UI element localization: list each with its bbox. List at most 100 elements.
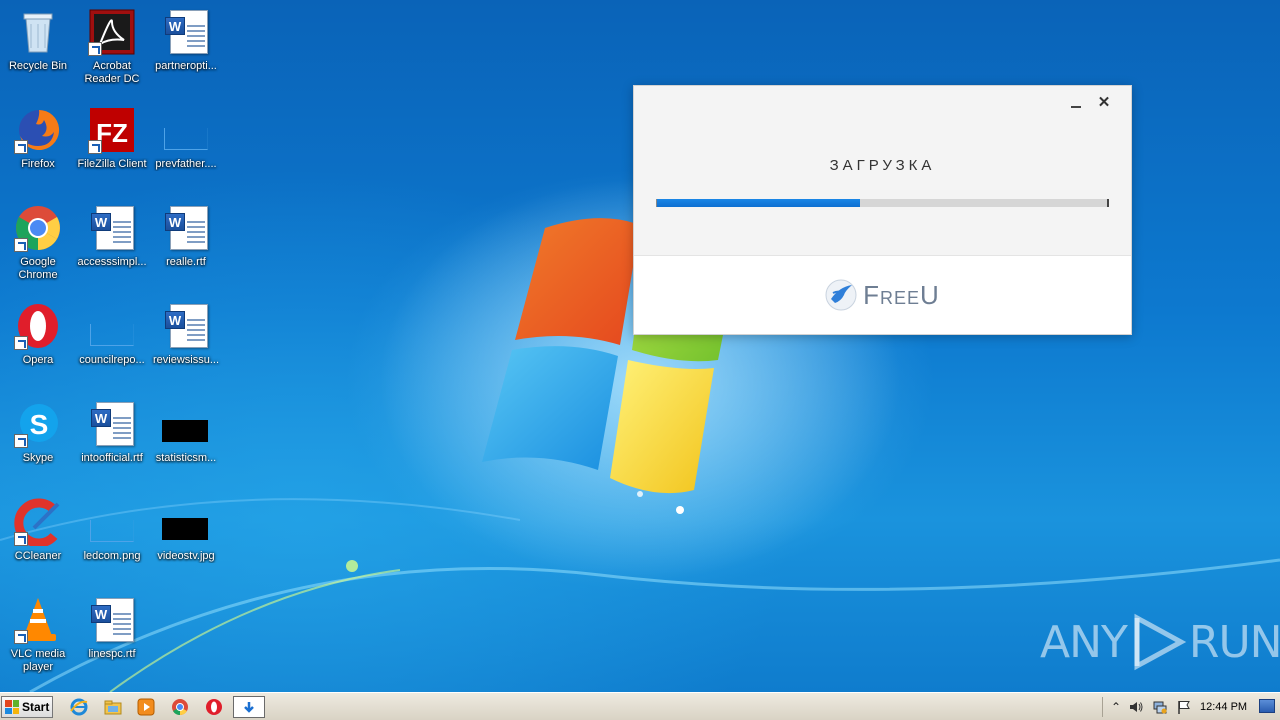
close-button[interactable]: ✕ — [1095, 94, 1113, 112]
shortcut-arrow-icon — [14, 630, 28, 644]
windows-logo-icon — [5, 700, 19, 714]
shortcut-arrow-icon — [14, 140, 28, 154]
word-document-icon: W — [88, 400, 136, 448]
download-progress-bar — [656, 199, 1109, 207]
opera-icon — [14, 302, 62, 350]
network-icon[interactable] — [1152, 699, 1168, 715]
volume-icon[interactable] — [1128, 699, 1144, 715]
start-button[interactable]: Start — [1, 696, 53, 718]
image-thumbnail-icon — [162, 498, 210, 546]
desktop-icon-ccleaner[interactable]: CCleaner — [0, 494, 76, 586]
chrome-icon — [14, 204, 62, 252]
taskbar-active-download-app[interactable] — [233, 696, 265, 718]
anyrun-watermark: ANY RUN — [1040, 612, 1280, 672]
firefox-icon — [14, 106, 62, 154]
desktop-icon-label: videostv.jpg — [157, 550, 215, 562]
download-status-title: ЗАГРУЗКА — [829, 157, 936, 174]
brand-name: FreeU — [863, 279, 940, 310]
download-progress-fill — [657, 199, 860, 207]
desktop-icon-statisticsm[interactable]: statisticsm... — [148, 396, 224, 488]
desktop-icon-label: Opera — [22, 354, 54, 366]
desktop-icon-label: partneropti... — [155, 60, 217, 72]
show-desktop-button[interactable] — [1259, 699, 1275, 713]
image-file-icon — [162, 106, 210, 154]
shortcut-arrow-icon — [88, 42, 102, 56]
desktop-icon-realle[interactable]: W realle.rtf — [148, 200, 224, 292]
desktop-icon-opera[interactable]: Opera — [0, 298, 76, 390]
download-dialog: ✕ ЗАГРУЗКА FreeU — [633, 85, 1132, 335]
explorer-icon[interactable] — [104, 698, 122, 716]
desktop-icon-councilrepo[interactable]: councilrepo... — [74, 298, 150, 390]
word-document-icon: W — [162, 8, 210, 56]
desktop-icon-accesssimpl[interactable]: W accesssimpl... — [74, 200, 150, 292]
image-file-icon — [88, 302, 136, 350]
shortcut-arrow-icon — [14, 532, 28, 546]
freeu-logo-icon — [825, 279, 857, 311]
desktop-icon-label: VLC media player — [10, 648, 66, 673]
flag-icon[interactable] — [1176, 699, 1192, 715]
desktop-icon-label: statisticsm... — [155, 452, 217, 464]
play-icon — [1134, 613, 1187, 671]
watermark-text-right: RUN — [1188, 616, 1280, 668]
close-icon: ✕ — [1097, 94, 1111, 111]
shortcut-arrow-icon — [88, 140, 102, 154]
desktop-icon-reviewsissu[interactable]: W reviewsissu... — [148, 298, 224, 390]
desktop-icon-label: Acrobat Reader DC — [84, 60, 140, 85]
watermark-text-left: ANY — [1040, 616, 1128, 668]
chevron-up-icon[interactable]: ⌃ — [1108, 699, 1124, 715]
desktop-icon-label: Recycle Bin — [8, 60, 68, 72]
word-document-icon: W — [162, 302, 210, 350]
desktop-icon-label: ledcom.png — [83, 550, 141, 562]
desktop-icon-label: linespc.rtf — [88, 648, 136, 660]
image-thumbnail-icon — [162, 400, 210, 448]
desktop-icon-label: CCleaner — [14, 550, 62, 562]
taskbar: Start ⌃ 12:44 PM — [0, 692, 1280, 720]
start-label: Start — [22, 700, 50, 714]
ccleaner-icon — [14, 498, 62, 548]
desktop-icon-skype[interactable]: S Skype — [0, 396, 76, 488]
desktop-icon-label: FileZilla Client — [77, 158, 147, 170]
desktop-icon-firefox[interactable]: Firefox — [0, 102, 76, 194]
shortcut-arrow-icon — [14, 238, 28, 252]
shortcut-arrow-icon — [14, 336, 28, 350]
desktop-icon-videostv[interactable]: videostv.jpg — [148, 494, 224, 586]
svg-text:S: S — [30, 409, 49, 440]
desktop-icon-label: Firefox — [21, 158, 55, 170]
acrobat-reader-icon — [88, 8, 136, 56]
desktop-icon-acrobat[interactable]: Acrobat Reader DC — [74, 4, 150, 96]
download-icon — [244, 702, 254, 713]
desktop-icon-google-chrome[interactable]: Google Chrome — [0, 200, 76, 292]
minimize-button[interactable] — [1067, 94, 1085, 112]
desktop-icon-ledcom[interactable]: ledcom.png — [74, 494, 150, 586]
desktop-icon-label: intoofficial.rtf — [81, 452, 143, 464]
image-file-icon — [88, 498, 136, 546]
opera-icon[interactable] — [205, 698, 223, 716]
filezilla-icon: FZ — [88, 106, 136, 154]
desktop-icon-label: realle.rtf — [166, 256, 206, 268]
desktop: Recycle Bin Firefox Google Chrome Opera … — [0, 0, 1280, 692]
vlc-icon — [14, 596, 62, 644]
chrome-icon[interactable] — [171, 698, 189, 716]
word-document-icon: W — [88, 204, 136, 252]
skype-icon: S — [14, 400, 62, 448]
desktop-icon-filezilla[interactable]: FZ FileZilla Client — [74, 102, 150, 194]
desktop-icon-recycle-bin[interactable]: Recycle Bin — [0, 4, 76, 96]
desktop-icon-label: reviewsissu... — [152, 354, 220, 366]
desktop-icon-linespc[interactable]: W linespc.rtf — [74, 592, 150, 684]
desktop-icon-label: Skype — [22, 452, 54, 464]
media-player-icon[interactable] — [137, 698, 155, 716]
dialog-footer: FreeU — [634, 255, 1131, 334]
desktop-icon-label: Google Chrome — [18, 256, 58, 281]
desktop-icon-vlc[interactable]: VLC media player — [0, 592, 76, 684]
word-document-icon: W — [162, 204, 210, 252]
shortcut-arrow-icon — [14, 434, 28, 448]
recycle-bin-icon — [14, 8, 62, 56]
internet-explorer-icon[interactable] — [70, 698, 88, 716]
word-document-icon: W — [88, 596, 136, 644]
system-clock[interactable]: 12:44 PM — [1200, 693, 1247, 720]
desktop-icon-label: accesssimpl... — [77, 256, 147, 268]
desktop-icon-prevfather[interactable]: prevfather.... — [148, 102, 224, 194]
desktop-icon-label: prevfather.... — [155, 158, 217, 170]
desktop-icon-partneropti[interactable]: W partneropti... — [148, 4, 224, 96]
desktop-icon-intoofficial[interactable]: W intoofficial.rtf — [74, 396, 150, 488]
